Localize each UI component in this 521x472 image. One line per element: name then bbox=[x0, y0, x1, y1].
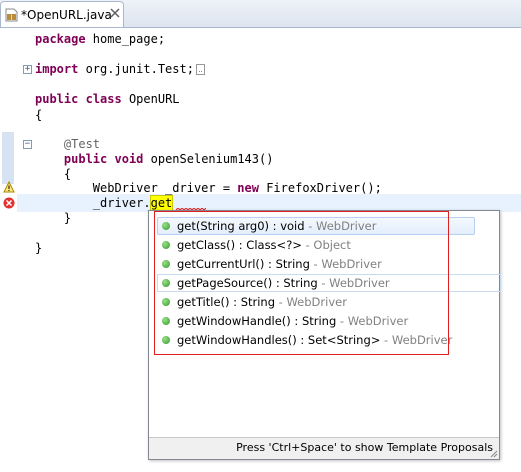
code-line: { bbox=[35, 108, 43, 122]
public-method-icon bbox=[162, 336, 170, 344]
warning-icon[interactable] bbox=[3, 181, 15, 193]
expand-fold-icon[interactable]: + bbox=[23, 65, 32, 74]
collapse-fold-icon[interactable]: − bbox=[23, 140, 32, 149]
code-line: import org.junit.Test; bbox=[35, 60, 205, 78]
proposal-item[interactable]: getPageSource() : String - WebDriver bbox=[157, 274, 501, 293]
proposal-item[interactable]: getCurrentUrl() : String - WebDriver bbox=[157, 255, 477, 274]
svg-text:J: J bbox=[10, 14, 13, 21]
collapsed-region-icon[interactable] bbox=[195, 64, 205, 75]
template-proposals-hint: Press 'Ctrl+Space' to show Template Prop… bbox=[236, 441, 493, 454]
public-method-icon bbox=[162, 279, 170, 287]
content-assist-popup[interactable]: get(String arg0) : void - WebDriver getC… bbox=[148, 210, 501, 460]
proposal-list[interactable]: get(String arg0) : void - WebDriver getC… bbox=[149, 211, 501, 437]
public-method-icon bbox=[162, 241, 170, 249]
close-icon[interactable] bbox=[109, 7, 121, 19]
proposal-item[interactable]: getWindowHandle() : String - WebDriver bbox=[157, 312, 477, 331]
proposal-item[interactable]: get(String arg0) : void - WebDriver bbox=[157, 217, 477, 236]
public-method-icon bbox=[162, 317, 170, 325]
public-method-icon bbox=[162, 298, 170, 306]
editor-tab-bar: J *OpenURL.java bbox=[0, 0, 521, 28]
proposal-item[interactable]: getClass() : Class<?> - Object bbox=[157, 236, 477, 255]
code-line: } bbox=[63, 211, 72, 225]
resize-grip-icon[interactable] bbox=[489, 449, 498, 458]
highlighted-get: get bbox=[149, 195, 174, 211]
change-marker bbox=[2, 132, 14, 184]
proposal-item[interactable]: getTitle() : String - WebDriver bbox=[157, 293, 477, 312]
code-line: } bbox=[35, 241, 43, 255]
code-line: package home_page; bbox=[35, 32, 166, 46]
tab-openurl-java[interactable]: J *OpenURL.java bbox=[0, 1, 124, 27]
public-method-icon bbox=[162, 260, 170, 268]
error-icon[interactable] bbox=[3, 197, 15, 209]
popup-status-bar: Press 'Ctrl+Space' to show Template Prop… bbox=[149, 437, 499, 459]
editor-gutter bbox=[0, 28, 17, 472]
code-line: public class OpenURL bbox=[35, 92, 180, 106]
public-method-icon bbox=[162, 222, 170, 230]
java-file-icon: J bbox=[5, 8, 18, 22]
tab-title: *OpenURL.java bbox=[21, 8, 112, 22]
proposal-item[interactable]: getWindowHandles() : Set<String> - WebDr… bbox=[157, 331, 477, 350]
